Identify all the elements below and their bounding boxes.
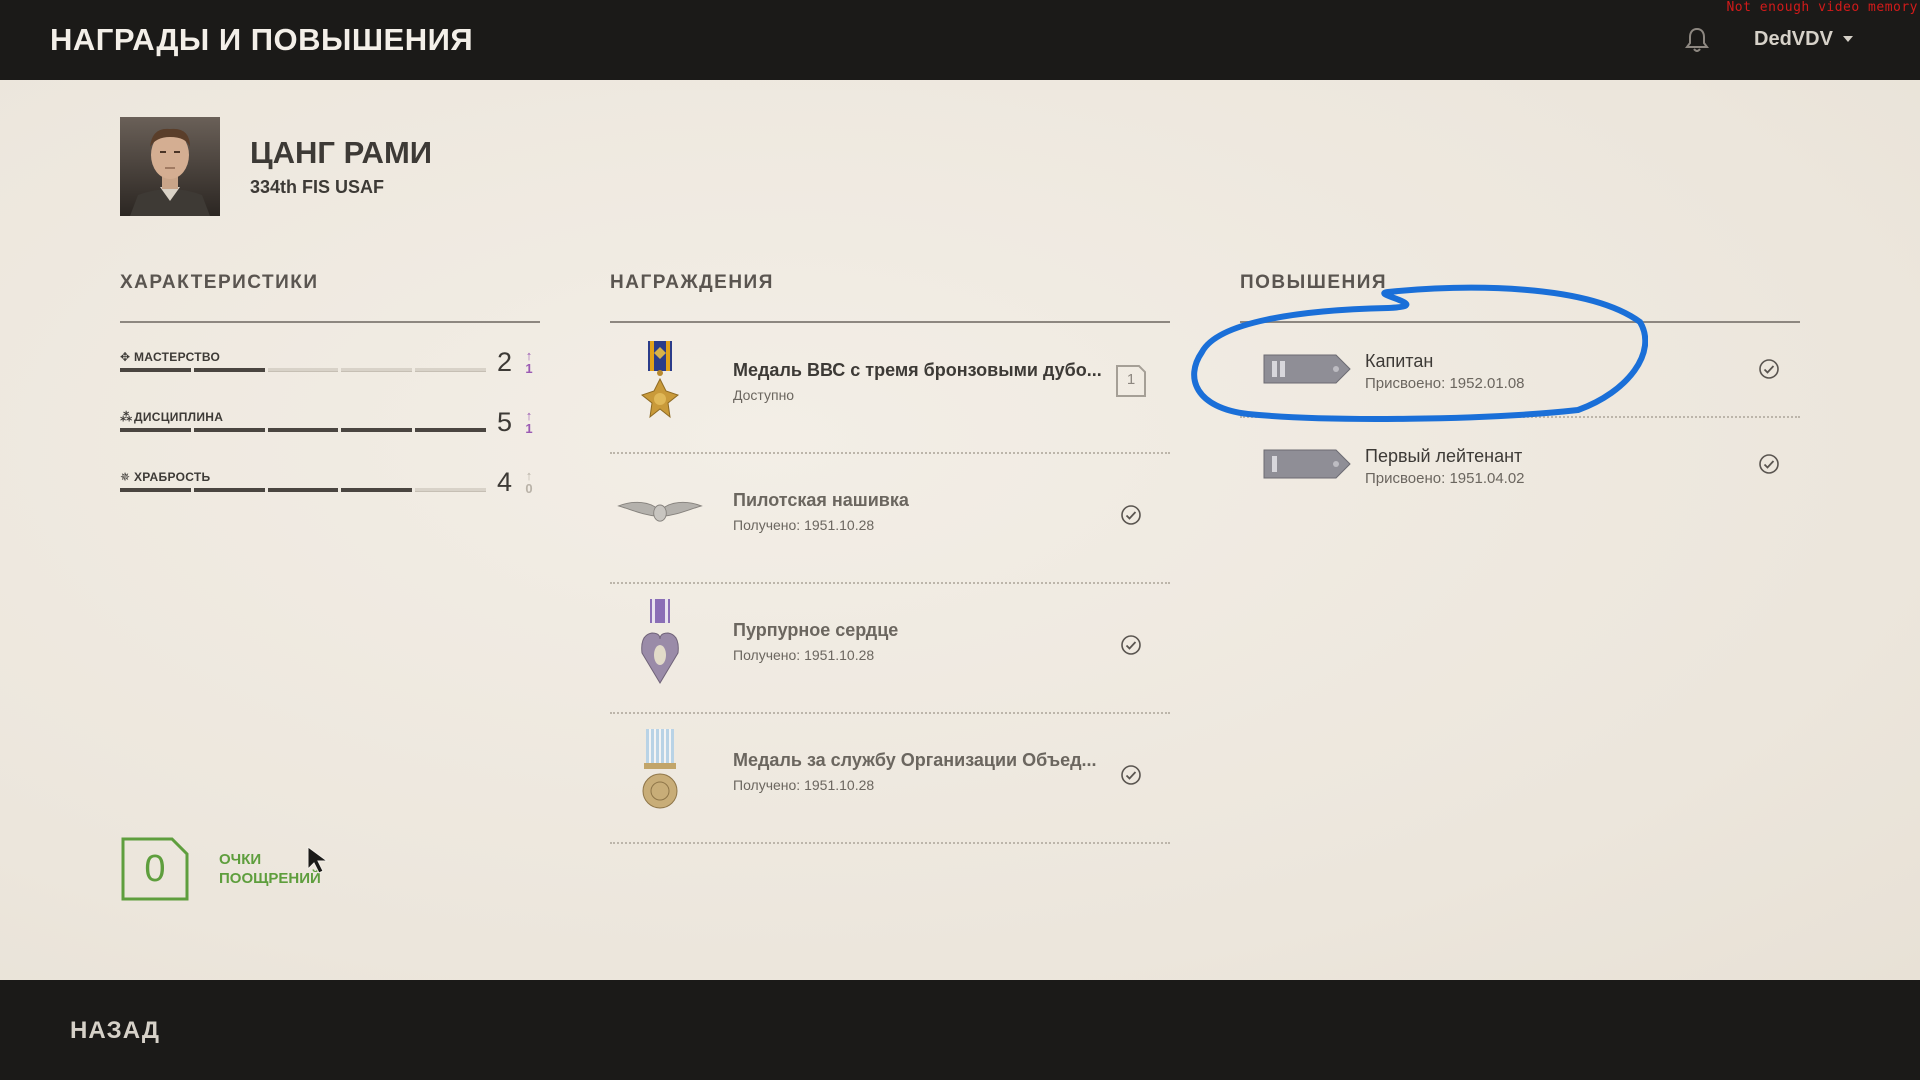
- page-title: НАГРАДЫ И ПОВЫШЕНИЯ: [50, 22, 474, 57]
- characteristic-label-text: МАСТЕРСТВО: [134, 350, 221, 364]
- check-circle-icon: [1121, 765, 1141, 785]
- awards-title: НАГРАЖДЕНИЯ: [610, 272, 774, 293]
- top-bar: НАГРАДЫ И ПОВЫШЕНИЯ DedVDV Not enough vi…: [0, 0, 1920, 80]
- bravery-icon: ✵: [120, 470, 131, 484]
- check-circle-icon: [1121, 505, 1141, 525]
- purple-heart-icon: [641, 599, 679, 684]
- upgrade-button[interactable]: ↑ 1: [522, 349, 536, 375]
- chevron-down-icon[interactable]: [1843, 36, 1853, 42]
- air-medal-icon: [640, 341, 680, 419]
- progress-segment: [120, 368, 191, 372]
- discipline-icon: ⁂: [120, 410, 133, 424]
- award-name: Пурпурное сердце: [733, 620, 899, 640]
- avatar: [120, 117, 220, 216]
- award-count-badge[interactable]: 1: [1115, 364, 1147, 398]
- video-memory-warning: Not enough video memory: [1726, 0, 1918, 15]
- check-circle-icon: [1759, 359, 1779, 379]
- promotion-status: Присвоено: 1951.04.02: [1365, 470, 1525, 487]
- progress-segment: [120, 428, 191, 432]
- characteristic-label-text: ДИСЦИПЛИНА: [134, 410, 224, 424]
- award-count: 1: [1126, 371, 1136, 388]
- promotion-name: Первый лейтенант: [1365, 446, 1523, 466]
- progress-segment: [267, 488, 339, 492]
- characteristic-label-text: ХРАБРОСТЬ: [134, 470, 211, 484]
- characteristic-row: ⁂ДИСЦИПЛИНА 5 ↑ 1: [120, 407, 540, 450]
- characteristic-value: 4: [497, 467, 513, 497]
- check-circle-icon: [1759, 454, 1779, 474]
- upgrade-count: 0: [525, 481, 533, 496]
- progress-segment: [193, 428, 265, 432]
- characteristics-title: ХАРАКТЕРИСТИКИ: [120, 272, 319, 293]
- characteristic-row: ✥ МАСТЕРСТВО 2 ↑ 1: [120, 347, 540, 390]
- back-button[interactable]: НАЗАД: [70, 1017, 160, 1045]
- pilot-wings-icon: [617, 501, 703, 522]
- progress-segment: [267, 368, 339, 372]
- characteristic-value: 2: [497, 347, 513, 377]
- promotion-item-first-lieutenant[interactable]: Первый лейтенант Присвоено: 1951.04.02: [1240, 418, 1800, 513]
- characteristics-divider: [120, 321, 540, 323]
- progress-segment: [341, 488, 413, 492]
- points-value: 0: [144, 848, 166, 890]
- un-service-medal-icon: [642, 729, 678, 809]
- award-name: Медаль за службу Организации Объед...: [733, 750, 1097, 770]
- characteristic-row: ✵ ХРАБРОСТЬ 4 ↑ 0: [120, 467, 540, 510]
- award-status: Получено: 1951.10.28: [733, 777, 875, 793]
- award-item-pilot-wings[interactable]: Пилотская нашивка Получено: 1951.10.28: [610, 454, 1170, 584]
- upgrade-count: 1: [525, 421, 533, 436]
- upgrade-button[interactable]: ↑ 1: [522, 409, 536, 435]
- first-lieutenant-rank-icon: [1263, 449, 1351, 479]
- progress-segment: [193, 368, 265, 372]
- pilot-unit: 334th FIS USAF: [250, 177, 385, 197]
- upgrade-button[interactable]: ↑ 0: [522, 469, 536, 495]
- characteristic-value: 5: [497, 407, 513, 437]
- progress-segment: [415, 428, 486, 432]
- points-value-box: 0: [120, 836, 190, 902]
- progress-segment: [341, 368, 413, 372]
- award-status: Доступно: [733, 387, 795, 403]
- award-name: Медаль ВВС с тремя бронзовыми дубо...: [733, 360, 1102, 380]
- characteristic-progress-bar: [120, 368, 486, 372]
- user-menu[interactable]: DedVDV: [1754, 28, 1833, 51]
- mouse-cursor-icon: [307, 846, 329, 874]
- award-status: Получено: 1951.10.28: [733, 517, 875, 533]
- characteristic-label: ⁂ДИСЦИПЛИНА: [120, 410, 223, 424]
- bell-icon[interactable]: [1684, 26, 1710, 54]
- characteristic-progress-bar: [120, 428, 486, 432]
- award-status: Получено: 1951.10.28: [733, 647, 875, 663]
- progress-segment: [341, 428, 413, 432]
- bottom-bar: НАЗАД: [0, 980, 1920, 1080]
- awards-divider: [610, 321, 1170, 323]
- pilot-name: ЦАНГ РАМИ: [250, 135, 433, 170]
- check-circle-icon: [1121, 635, 1141, 655]
- progress-segment: [267, 428, 339, 432]
- award-item-un-service-medal[interactable]: Медаль за службу Организации Объед... По…: [610, 714, 1170, 844]
- upgrade-count: 1: [525, 361, 533, 376]
- characteristic-label: ✥ МАСТЕРСТВО: [120, 350, 220, 364]
- progress-segment: [120, 488, 191, 492]
- award-item-purple-heart[interactable]: Пурпурное сердце Получено: 1951.10.28: [610, 584, 1170, 714]
- characteristic-label: ✵ ХРАБРОСТЬ: [120, 470, 210, 484]
- highlight-annotation-circle: [1191, 284, 1648, 422]
- award-item-air-medal[interactable]: Медаль ВВС с тремя бронзовыми дубо... До…: [610, 324, 1170, 454]
- mastery-icon: ✥: [120, 350, 131, 364]
- progress-segment: [415, 368, 486, 372]
- progress-segment: [415, 488, 486, 492]
- characteristic-progress-bar: [120, 488, 486, 492]
- award-name: Пилотская нашивка: [733, 490, 909, 510]
- progress-segment: [193, 488, 265, 492]
